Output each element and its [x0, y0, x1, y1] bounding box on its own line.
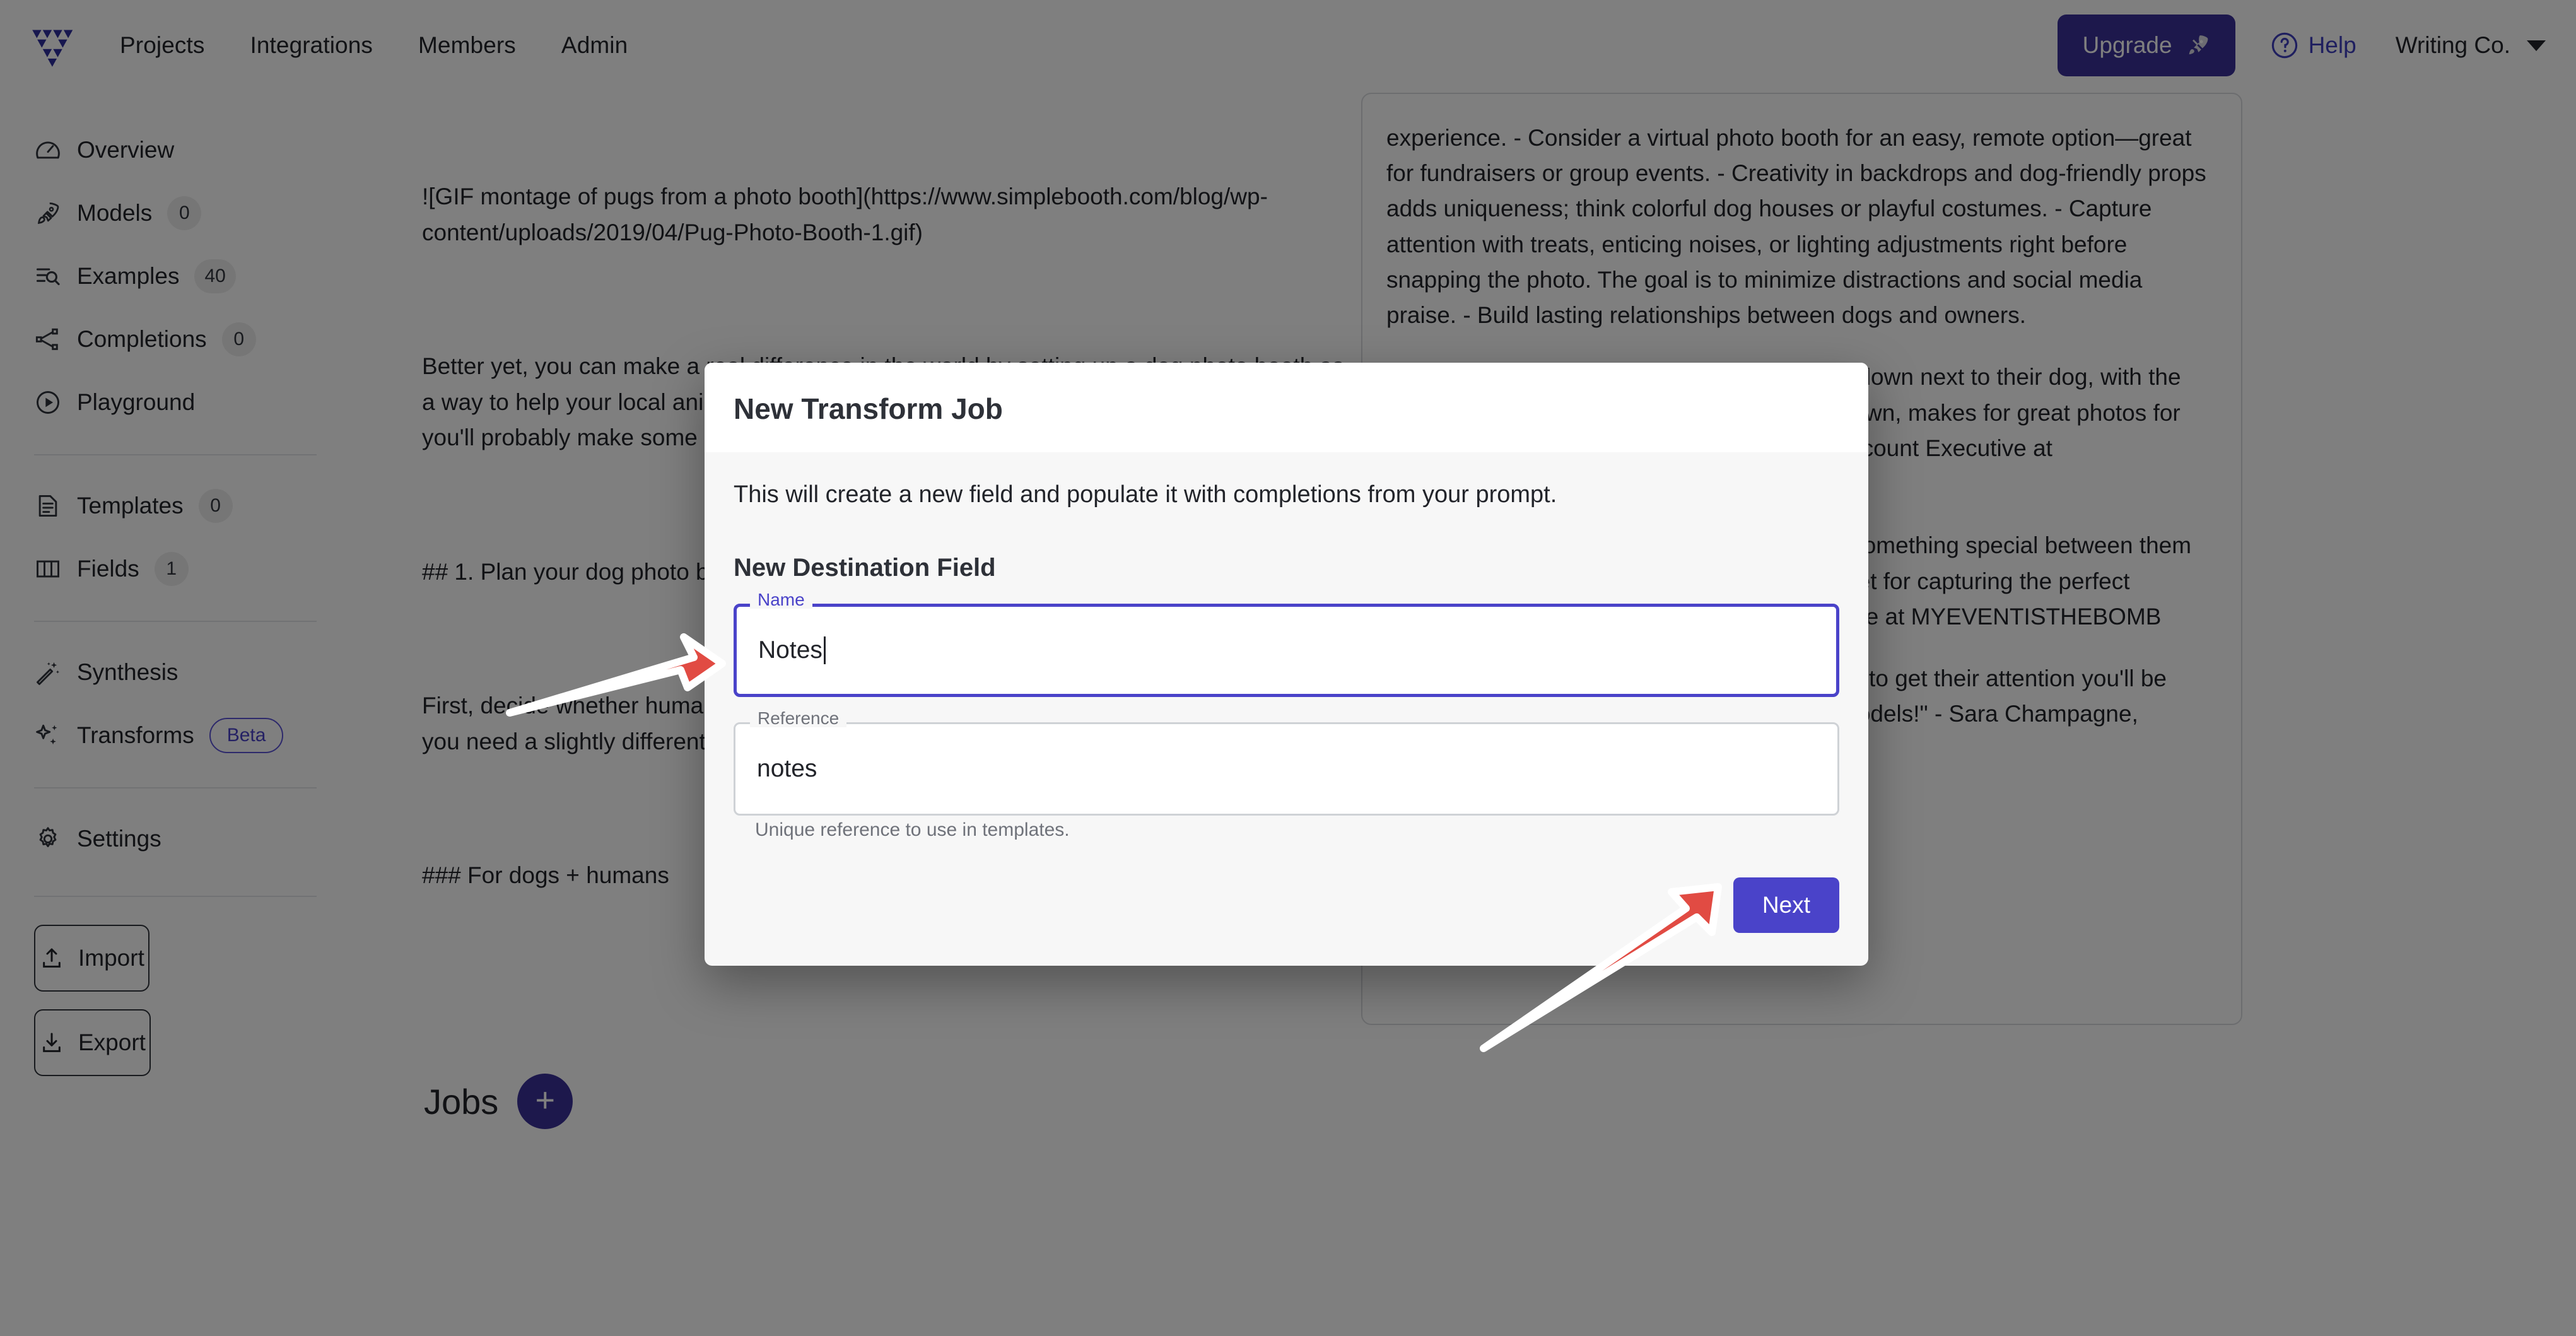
dialog-description: This will create a new field and populat…	[734, 481, 1557, 508]
dialog-title: New Transform Job	[734, 392, 1003, 425]
reference-field-legend: Reference	[750, 710, 847, 727]
next-button[interactable]: Next	[1733, 877, 1839, 933]
name-input[interactable]: Notes	[734, 604, 1839, 697]
text-caret	[823, 636, 826, 664]
name-field-group: Name Notes	[734, 591, 1839, 697]
reference-field-group: Reference notes	[734, 710, 1839, 816]
reference-input[interactable]: notes	[734, 722, 1839, 816]
reference-help-text: Unique reference to use in templates.	[755, 819, 1070, 840]
name-input-value: Notes	[758, 636, 823, 664]
name-field-legend: Name	[750, 591, 812, 609]
new-transform-job-dialog: New Transform Job This will create a new…	[705, 363, 1868, 966]
reference-input-value: notes	[757, 755, 817, 782]
dialog-header: New Transform Job	[705, 363, 1868, 452]
dialog-footer: Next	[705, 847, 1868, 966]
section-title-new-destination-field: New Destination Field	[734, 554, 996, 582]
dialog-body: This will create a new field and populat…	[705, 452, 1868, 847]
